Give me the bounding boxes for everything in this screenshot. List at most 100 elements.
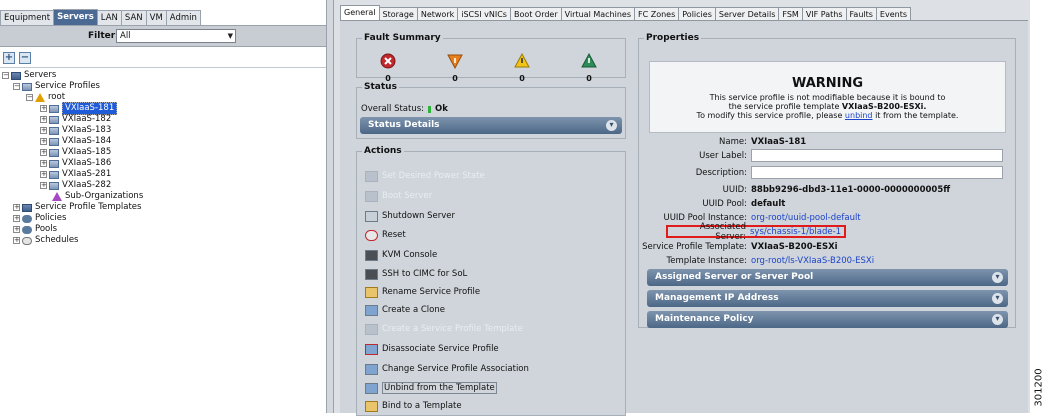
expand-icon[interactable]: + — [13, 226, 20, 233]
tree-node-service-profiles[interactable]: − Service Profiles — [13, 81, 100, 92]
unbind-link[interactable]: unbind — [845, 111, 873, 120]
tree-node-profile[interactable]: + VXIaaS-186 — [40, 158, 111, 169]
associated-server-link[interactable]: sys/chassis-1/blade-1 — [750, 227, 841, 237]
status-details-bar[interactable]: Status Details ▾ — [360, 117, 622, 134]
warning-title: WARNING — [791, 76, 864, 91]
create-clone-action[interactable]: Create a Clone — [365, 303, 445, 317]
tab-events[interactable]: Events — [875, 7, 912, 21]
uuid-pool-instance-link[interactable]: org-root/uuid-pool-default — [751, 213, 861, 223]
prop-description: Description: — [639, 166, 1003, 179]
tab-network[interactable]: Network — [416, 7, 459, 21]
collapse-icon[interactable]: − — [13, 83, 20, 90]
tree-node-profile[interactable]: + VXIaaS-181 — [40, 102, 118, 115]
tab-boot-order[interactable]: Boot Order — [509, 7, 562, 21]
template-name: VXIaaS-B200-ESXi. — [841, 102, 927, 111]
tree-node-servers[interactable]: − Servers — [2, 70, 56, 81]
tab-policies[interactable]: Policies — [678, 7, 716, 21]
fault-major[interactable]: 0 — [440, 53, 470, 83]
collapse-icon[interactable]: − — [26, 94, 33, 101]
action-label: Create a Service Profile Template — [382, 324, 523, 334]
tab-storage[interactable]: Storage — [378, 7, 418, 21]
maintenance-policy-bar[interactable]: Maintenance Policy ▾ — [647, 311, 1008, 328]
tree-node-profile[interactable]: + VXIaaS-183 — [40, 125, 111, 136]
description-input[interactable] — [751, 166, 1003, 179]
tree-node-profile[interactable]: + VXIaaS-182 — [40, 114, 111, 125]
shutdown-server-action[interactable]: Shutdown Server — [365, 209, 455, 223]
ssh-cimc-sol-action[interactable]: SSH to CIMC for SoL — [365, 267, 467, 281]
expand-icon[interactable]: + — [40, 160, 47, 167]
expand-all-icon[interactable]: + — [3, 52, 15, 64]
tree-node-profile[interactable]: + VXIaaS-184 — [40, 136, 111, 147]
assigned-server-bar[interactable]: Assigned Server or Server Pool ▾ — [647, 269, 1008, 286]
expand-icon[interactable]: + — [40, 127, 47, 134]
bind-icon — [365, 400, 378, 412]
template-instance-link[interactable]: org-root/ls-VXIaaS-B200-ESXi — [751, 256, 874, 266]
tab-vif-paths[interactable]: VIF Paths — [801, 7, 847, 21]
expand-icon[interactable]: + — [13, 237, 20, 244]
fault-minor[interactable]: 0 — [507, 52, 537, 83]
tab-faults[interactable]: Faults — [845, 7, 877, 21]
prop-uuid: UUID: 88bb9296-dbd3-11e1-0000-0000000005… — [639, 183, 951, 196]
tree-node-label: Pools — [35, 224, 58, 234]
shutdown-icon — [365, 210, 378, 222]
expand-icon[interactable]: + — [40, 138, 47, 145]
fault-summary-group: Fault Summary 0 0 0 0 — [356, 33, 626, 83]
tab-admin[interactable]: Admin — [165, 10, 201, 25]
expand-icon[interactable]: + — [40, 105, 47, 112]
tree-node-pools[interactable]: + Pools — [13, 224, 57, 235]
tree-node-sub-organizations[interactable]: Sub-Organizations — [52, 191, 143, 202]
status-group: Status Overall Status: Ok Status Details… — [356, 82, 626, 139]
boot-icon — [365, 190, 378, 202]
unbind-template-action[interactable]: Unbind from the Template — [365, 381, 497, 395]
management-ip-bar[interactable]: Management IP Address ▾ — [647, 290, 1008, 307]
expand-icon[interactable]: + — [40, 171, 47, 178]
rename-profile-action[interactable]: Rename Service Profile — [365, 285, 480, 299]
kvm-console-action[interactable]: KVM Console — [365, 248, 437, 262]
change-association-action[interactable]: Change Service Profile Association — [365, 362, 529, 376]
tab-lan[interactable]: LAN — [96, 10, 122, 25]
tree-node-policies[interactable]: + Policies — [13, 213, 66, 224]
pane-splitter[interactable] — [326, 0, 334, 413]
collapse-all-icon[interactable]: − — [19, 52, 31, 64]
overall-status-value: Ok — [435, 104, 448, 114]
filter-select[interactable]: All ▼ — [116, 29, 236, 43]
expand-icon[interactable]: + — [40, 116, 47, 123]
tree-node-templates[interactable]: + Service Profile Templates — [13, 202, 141, 213]
tab-equipment[interactable]: Equipment — [0, 10, 55, 25]
fault-critical[interactable]: 0 — [373, 53, 403, 83]
tab-servers[interactable]: Servers — [53, 9, 98, 25]
expand-icon[interactable]: + — [40, 182, 47, 189]
collapse-icon[interactable]: − — [2, 72, 9, 79]
tab-vm[interactable]: VM — [145, 10, 167, 25]
tab-virtual-machines[interactable]: Virtual Machines — [560, 7, 635, 21]
tree-node-profile[interactable]: + VXIaaS-185 — [40, 147, 111, 158]
service-profile-icon — [49, 159, 59, 168]
tree-node-profile[interactable]: + VXIaaS-281 — [40, 169, 111, 180]
prop-user-label: User Label: — [639, 149, 1003, 162]
prop-value: VXIaaS-181 — [751, 136, 807, 147]
template-icon — [365, 323, 378, 335]
tree-node-profile[interactable]: + VXIaaS-282 — [40, 180, 111, 191]
tree-node-root[interactable]: − root — [26, 92, 65, 103]
disassociate-profile-action[interactable]: Disassociate Service Profile — [365, 342, 499, 356]
user-label-input[interactable] — [751, 149, 1003, 162]
fault-count: 0 — [519, 74, 525, 83]
tree-node-schedules[interactable]: + Schedules — [13, 235, 79, 246]
status-ok-icon — [428, 105, 432, 113]
tab-fc-zones[interactable]: FC Zones — [634, 7, 680, 21]
navigation-pane: Equipment Servers LAN SAN VM Admin Filte… — [0, 0, 326, 413]
expand-icon[interactable]: + — [40, 149, 47, 156]
reset-action[interactable]: Reset — [365, 228, 406, 242]
expand-icon[interactable]: + — [13, 215, 20, 222]
bind-template-action[interactable]: Bind to a Template — [365, 399, 462, 413]
tab-server-details[interactable]: Server Details — [714, 7, 780, 21]
tab-fsm[interactable]: FSM — [778, 7, 803, 21]
tab-iscsi-vnics[interactable]: iSCSI vNICs — [457, 7, 511, 21]
fault-warning[interactable]: 0 — [574, 52, 604, 83]
tree-node-label: Schedules — [35, 235, 79, 245]
tree-node-label: VXIaaS-182 — [62, 114, 112, 124]
tab-san[interactable]: SAN — [120, 10, 147, 25]
service-profile-icon — [49, 170, 59, 179]
tab-general[interactable]: General — [340, 5, 380, 21]
expand-icon[interactable]: + — [13, 204, 20, 211]
